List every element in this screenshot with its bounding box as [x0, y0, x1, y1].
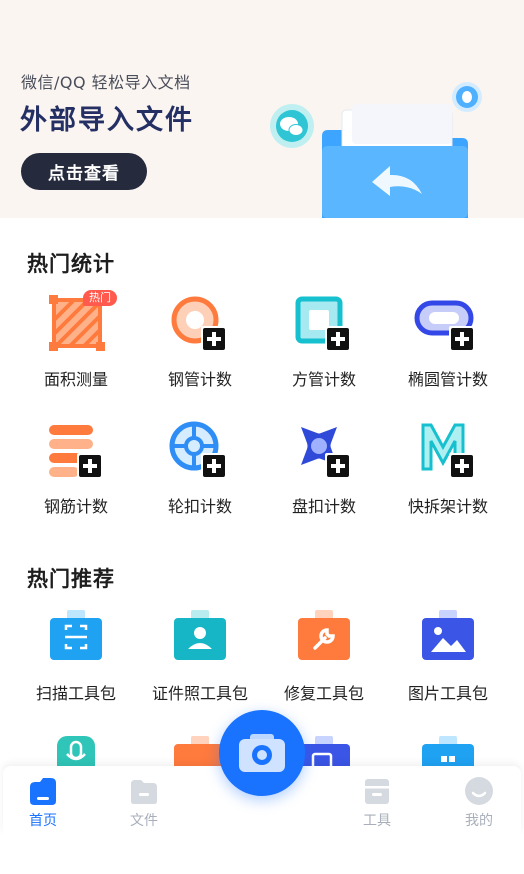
- toolkit-id-photo[interactable]: 证件照工具包: [138, 604, 262, 704]
- folder-icon: [131, 780, 157, 804]
- home-icon: [30, 778, 56, 805]
- nav-files-label: 文件: [130, 813, 158, 829]
- tool-label: 盘扣计数: [291, 497, 356, 516]
- profile-icon: [465, 777, 493, 805]
- quick-frame-count-icon: [421, 423, 475, 479]
- tool-label: 椭圆管计数: [407, 370, 488, 389]
- import-banner[interactable]: 微信/QQ 轻松导入文档 外部导入文件 点击查看: [0, 0, 524, 218]
- tool-disc-buckle-count[interactable]: 盘扣计数: [262, 417, 386, 517]
- toolkit-label: 图片工具包: [407, 684, 488, 703]
- toolbox-icon: [365, 779, 389, 804]
- nav-tools[interactable]: 工具: [347, 766, 407, 834]
- tool-label: 面积测量: [43, 370, 108, 389]
- hot-stats-row-2: 钢筋计数 轮扣计数 盘扣计数 快拆架计数: [14, 417, 510, 517]
- tool-label: 钢筋计数: [43, 497, 108, 516]
- tool-rebar-count[interactable]: 钢筋计数: [14, 417, 138, 517]
- toolkit-image[interactable]: 图片工具包: [386, 604, 510, 704]
- bottom-spacer: [0, 834, 524, 874]
- nav-mine[interactable]: 我的: [449, 766, 509, 834]
- oval-pipe-count-icon: [414, 300, 475, 352]
- tool-quick-frame-count[interactable]: 快拆架计数: [386, 417, 510, 517]
- repair-toolkit-icon: [298, 610, 350, 660]
- nav-home[interactable]: 首页: [13, 766, 73, 834]
- hot-stats-row-1: 热门 面积测量 钢管计数 方管计数 椭圆管计数: [14, 290, 510, 390]
- scan-toolkit-icon: [50, 610, 102, 660]
- image-toolkit-icon: [422, 610, 474, 660]
- wheel-buckle-count-icon: [169, 421, 227, 479]
- hot-badge: 热门: [83, 290, 117, 306]
- toolkit-label: 修复工具包: [283, 684, 364, 703]
- tool-label: 快拆架计数: [407, 497, 488, 516]
- square-pipe-count-icon: [295, 296, 351, 352]
- recommend-title: 热门推荐: [27, 567, 115, 591]
- folder-import-illustration: [270, 82, 482, 218]
- banner-title: 外部导入文件: [20, 105, 194, 136]
- view-button[interactable]: 点击查看: [21, 153, 147, 190]
- tool-oval-pipe-count[interactable]: 椭圆管计数: [386, 290, 510, 390]
- nav-files[interactable]: 文件: [114, 766, 174, 834]
- hot-stats-title: 热门统计: [27, 252, 115, 276]
- toolkit-scan[interactable]: 扫描工具包: [14, 604, 138, 704]
- tool-label: 钢管计数: [167, 370, 232, 389]
- id-photo-toolkit-icon: [174, 610, 226, 660]
- tool-area-measure[interactable]: 热门 面积测量: [14, 290, 138, 390]
- steel-pipe-count-icon: [171, 296, 227, 352]
- toolkit-label: 扫描工具包: [35, 684, 116, 703]
- recommend-row: 扫描工具包 证件照工具包 修复工具包 图片工具包: [14, 604, 510, 704]
- disc-buckle-count-icon: [301, 427, 351, 479]
- camera-icon: [239, 734, 285, 772]
- toolkit-repair[interactable]: 修复工具包: [262, 604, 386, 704]
- tool-steel-pipe-count[interactable]: 钢管计数: [138, 290, 262, 390]
- nav-mine-label: 我的: [465, 813, 493, 829]
- nav-tools-label: 工具: [363, 813, 391, 829]
- rebar-count-icon: [49, 425, 103, 479]
- camera-button[interactable]: [219, 710, 305, 796]
- nav-home-label: 首页: [29, 813, 57, 829]
- banner-subtitle: 微信/QQ 轻松导入文档: [21, 73, 191, 92]
- tool-label: 轮扣计数: [167, 497, 232, 516]
- toolkit-label: 证件照工具包: [151, 684, 248, 703]
- tool-wheel-buckle-count[interactable]: 轮扣计数: [138, 417, 262, 517]
- tool-label: 方管计数: [291, 370, 356, 389]
- tool-square-pipe-count[interactable]: 方管计数: [262, 290, 386, 390]
